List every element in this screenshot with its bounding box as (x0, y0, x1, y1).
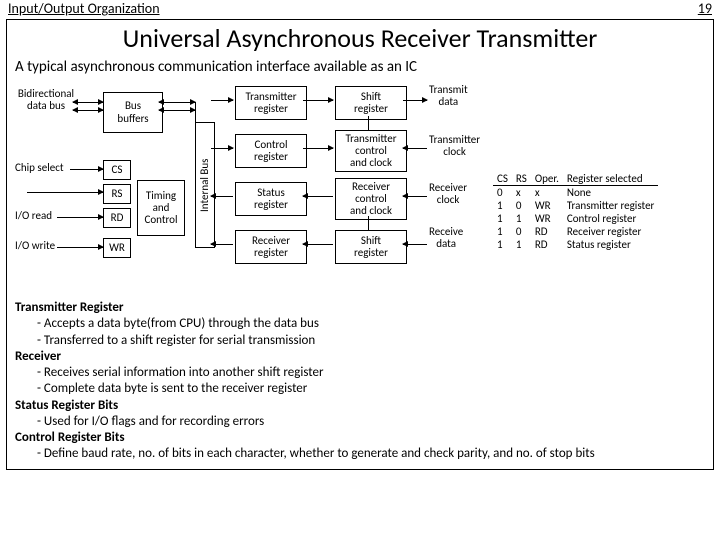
box-rd: RD (103, 208, 131, 228)
desc-b1a: - Accepts a data byte(from CPU) through … (15, 316, 705, 332)
label-rx-data: Receive data (429, 226, 463, 250)
box-timing: Timing and Control (137, 180, 185, 236)
box-rx-register: Receiver register (235, 230, 307, 264)
header-right: 19 (698, 0, 712, 17)
box-control-register: Control register (235, 134, 307, 168)
box-cs: CS (103, 160, 131, 180)
box-tx-control: Transmitter control and clock (335, 130, 407, 172)
desc-b3a: - Used for I/O flags and for recording e… (15, 414, 705, 430)
box-internal-bus: Internal Bus (195, 122, 215, 248)
description: Transmitter Register - Accepts a data by… (15, 300, 705, 463)
page-title: Universal Asynchronous Receiver Transmit… (15, 22, 705, 54)
uart-diagram: Bidirectional data bus Chip select I/O r… (15, 82, 705, 292)
box-shift-register-2: Shift register (335, 230, 407, 264)
label-bidir: Bidirectional data bus (15, 88, 77, 112)
box-rs: RS (103, 184, 131, 204)
box-shift-register-1: Shift register (335, 86, 407, 120)
main-frame: Universal Asynchronous Receiver Transmit… (6, 19, 714, 470)
label-iowrite: I/O write (15, 240, 55, 252)
intro-text: A typical asynchronous communication int… (15, 58, 705, 76)
desc-h4: Control Register Bits (15, 430, 125, 445)
register-table: CSRSOper.Register selected 0xxNone10WRTr… (493, 172, 658, 251)
box-status-register: Status register (235, 182, 307, 216)
label-ioread: I/O read (15, 210, 52, 222)
box-rx-control: Receiver control and clock (335, 178, 407, 220)
desc-h2: Receiver (15, 349, 61, 364)
header-left: Input/Output Organization (8, 0, 160, 17)
desc-b4a: - Define baud rate, no. of bits in each … (15, 446, 705, 462)
desc-b2a: - Receives serial information into anoth… (15, 365, 705, 381)
label-chipsel: Chip select (15, 162, 64, 174)
label-tx-clock: Transmitter clock (429, 134, 480, 158)
box-bus-buffers: Bus buffers (103, 92, 163, 133)
desc-h1: Transmitter Register (15, 300, 124, 315)
desc-b1b: - Transferred to a shift register for se… (15, 333, 705, 349)
box-tx-register: Transmitter register (235, 86, 307, 120)
desc-h3: Status Register Bits (15, 398, 118, 413)
desc-b2b: - Complete data byte is sent to the rece… (15, 381, 705, 397)
label-tx-data: Transmit data (429, 84, 468, 108)
box-wr: WR (103, 238, 131, 258)
label-rx-clock: Receiver clock (429, 182, 467, 206)
